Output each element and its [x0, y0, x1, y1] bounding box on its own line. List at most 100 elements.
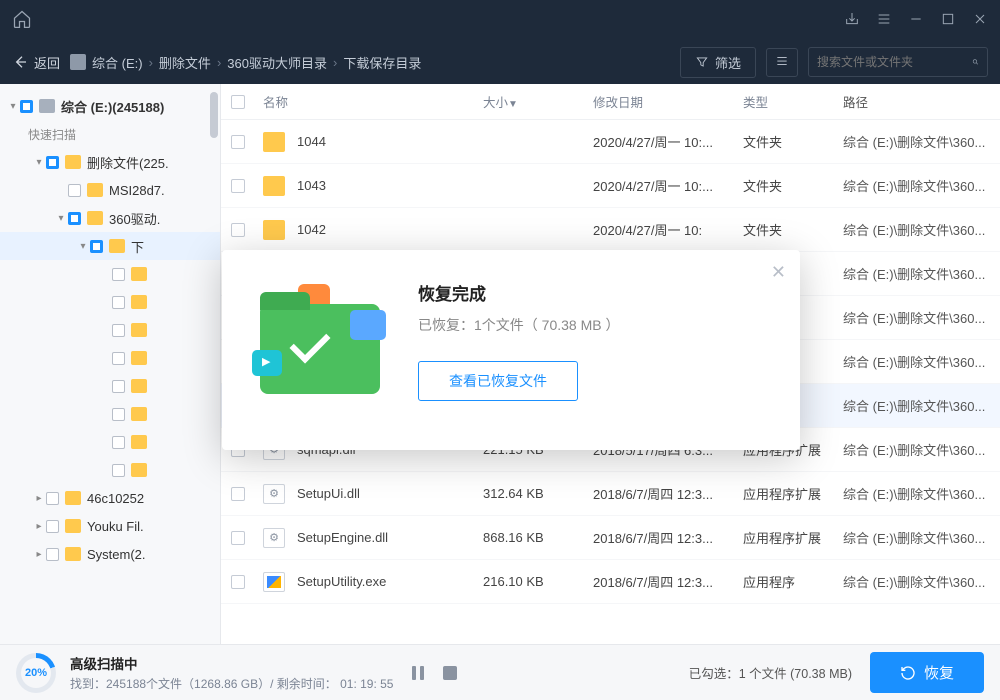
file-row[interactable]: SetupUtility.exe216.10 KB2018/6/7/周四 12:… — [221, 560, 1000, 604]
titlebar — [0, 0, 1000, 40]
tree-node[interactable]: MSI28d7. — [0, 176, 220, 204]
file-name: 1044 — [297, 134, 326, 149]
view-recovered-button[interactable]: 查看已恢复文件 — [418, 361, 578, 401]
file-name: 1042 — [297, 222, 326, 237]
file-date: 2020/4/27/周一 10:... — [593, 176, 743, 195]
file-type: 应用程序扩展 — [743, 528, 843, 547]
col-size[interactable]: 大小▼ — [483, 92, 593, 111]
dialog-illustration — [250, 274, 390, 404]
dll-icon — [263, 528, 285, 548]
footer: 20% 高级扫描中 找到：245188个文件（1268.86 GB）/ 剩余时间… — [0, 644, 1000, 700]
menu-icon[interactable] — [876, 11, 892, 30]
maximize-icon[interactable] — [940, 11, 956, 30]
tree-node[interactable] — [0, 260, 220, 288]
folder-icon — [263, 132, 285, 152]
file-path: 综合 (E:)\删除文件\360... — [843, 308, 1000, 327]
file-type: 应用程序扩展 — [743, 484, 843, 503]
file-row[interactable]: 1043 2020/4/27/周一 10:...文件夹综合 (E:)\删除文件\3… — [221, 164, 1000, 208]
folder-icon — [263, 176, 285, 196]
file-path: 综合 (E:)\删除文件\360... — [843, 220, 1000, 239]
breadcrumb[interactable]: 综合 (E:)› 删除文件› 360驱动大师目录› 下载保存目录 — [70, 53, 421, 72]
search-box[interactable] — [808, 47, 988, 77]
file-type: 文件夹 — [743, 176, 843, 195]
scan-sub: 找到：245188个文件（1268.86 GB）/ 剩余时间： 01: 19: … — [70, 675, 393, 692]
tree-node[interactable] — [0, 316, 220, 344]
back-label: 返回 — [34, 53, 60, 72]
file-path: 综合 (E:)\删除文件\360... — [843, 396, 1000, 415]
file-date: 2018/6/7/周四 12:3... — [593, 528, 743, 547]
search-icon[interactable] — [972, 54, 979, 70]
stop-button[interactable] — [443, 666, 457, 680]
tree-node[interactable]: ▸System(2. — [0, 540, 220, 568]
sort-desc-icon: ▼ — [508, 99, 518, 110]
tree-node[interactable]: ▾下 — [0, 232, 220, 260]
file-path: 综合 (E:)\删除文件\360... — [843, 528, 1000, 547]
row-checkbox[interactable] — [231, 575, 245, 589]
dll-icon — [263, 484, 285, 504]
disk-icon — [70, 54, 86, 70]
tree-node[interactable]: ▸46c10252 — [0, 484, 220, 512]
col-type[interactable]: 类型 — [743, 92, 843, 111]
tree-root[interactable]: ▾综合 (E:)(245188) — [0, 92, 220, 120]
row-checkbox[interactable] — [231, 135, 245, 149]
file-row[interactable]: 10422020/4/27/周一 10:文件夹综合 (E:)\删除文件\360.… — [221, 208, 1000, 252]
tree-node[interactable]: ▸Youku Fil. — [0, 512, 220, 540]
file-path: 综合 (E:)\删除文件\360... — [843, 264, 1000, 283]
tree-node[interactable] — [0, 344, 220, 372]
file-path: 综合 (E:)\删除文件\360... — [843, 176, 1000, 195]
file-date: 2018/6/7/周四 12:3... — [593, 484, 743, 503]
dialog-close-icon[interactable]: ✕ — [771, 262, 786, 283]
file-row[interactable]: SetupEngine.dll 868.16 KB2018/6/7/周四 12:3… — [221, 516, 1000, 560]
filter-button[interactable]: 筛选 — [680, 47, 756, 78]
select-all-checkbox[interactable] — [231, 95, 245, 109]
tree-node[interactable] — [0, 456, 220, 484]
file-size: 868.16 KB — [483, 530, 593, 545]
tree-node[interactable]: ▾删除文件(225. — [0, 148, 220, 176]
col-path[interactable]: 路径 — [843, 92, 1000, 111]
selection-info: 已勾选：1 个文件 (70.38 MB) — [689, 663, 852, 682]
row-checkbox[interactable] — [231, 487, 245, 501]
toolbar: 返回 综合 (E:)› 删除文件› 360驱动大师目录› 下载保存目录 筛选 — [0, 40, 1000, 84]
pause-button[interactable] — [407, 662, 429, 684]
col-name[interactable]: 名称 — [263, 92, 483, 111]
search-input[interactable] — [817, 55, 972, 69]
row-checkbox[interactable] — [231, 223, 245, 237]
recover-button[interactable]: 恢复 — [870, 652, 984, 693]
minimize-icon[interactable] — [908, 11, 924, 30]
sidebar-scrollbar[interactable] — [210, 92, 218, 138]
file-name: 1043 — [297, 178, 326, 193]
file-path: 综合 (E:)\删除文件\360... — [843, 440, 1000, 459]
file-type: 文件夹 — [743, 132, 843, 151]
tree-node[interactable] — [0, 400, 220, 428]
dialog-subtitle: 已恢复：1个文件（ 70.38 MB ） — [418, 315, 620, 335]
sidebar: ▾综合 (E:)(245188)快速扫描▾删除文件(225.MSI28d7.▾3… — [0, 84, 221, 644]
dialog-title: 恢复完成 — [418, 280, 620, 305]
home-icon[interactable] — [12, 9, 32, 32]
share-icon[interactable] — [844, 11, 860, 30]
back-button[interactable]: 返回 — [12, 53, 60, 72]
tree-node[interactable] — [0, 372, 220, 400]
folder-icon — [263, 220, 285, 240]
tree-node[interactable]: ▾360驱动. — [0, 204, 220, 232]
file-path: 综合 (E:)\删除文件\360... — [843, 484, 1000, 503]
close-icon[interactable] — [972, 11, 988, 30]
col-date[interactable]: 修改日期 — [593, 92, 743, 111]
file-name: SetupUi.dll — [297, 486, 360, 501]
quick-scan-label: 快速扫描 — [0, 120, 220, 148]
row-checkbox[interactable] — [231, 179, 245, 193]
file-name: SetupEngine.dll — [297, 530, 388, 545]
progress-ring: 20% — [16, 653, 56, 693]
file-date: 2018/6/7/周四 12:3... — [593, 572, 743, 591]
file-path: 综合 (E:)\删除文件\360... — [843, 572, 1000, 591]
row-checkbox[interactable] — [231, 531, 245, 545]
file-path: 综合 (E:)\删除文件\360... — [843, 132, 1000, 151]
exe-icon — [263, 572, 285, 592]
file-row[interactable]: 10442020/4/27/周一 10:...文件夹综合 (E:)\删除文件\3… — [221, 120, 1000, 164]
scan-title: 高级扫描中 — [70, 653, 393, 673]
file-type: 应用程序 — [743, 572, 843, 591]
tree-node[interactable] — [0, 288, 220, 316]
recover-complete-dialog: ✕ 恢复完成 已恢复：1个文件（ 70.38 MB ） 查看已恢复文件 — [222, 250, 800, 450]
view-toggle[interactable] — [766, 48, 798, 77]
tree-node[interactable] — [0, 428, 220, 456]
file-row[interactable]: SetupUi.dll312.64 KB2018/6/7/周四 12:3...应… — [221, 472, 1000, 516]
